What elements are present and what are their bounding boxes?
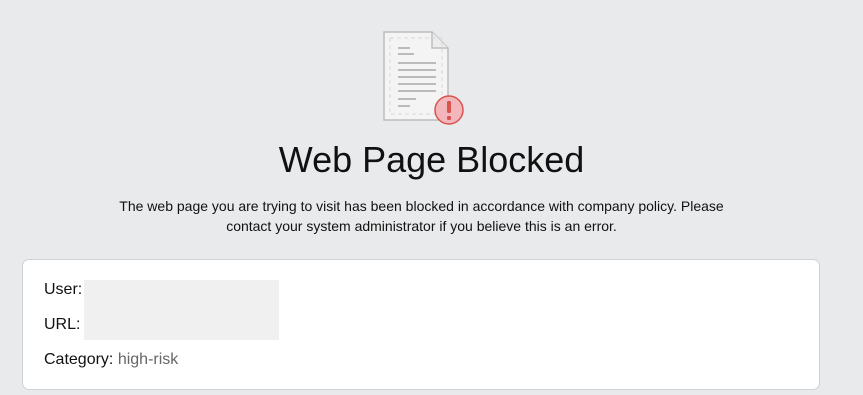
category-label: Category: — [44, 351, 114, 368]
category-row: Category: high-risk — [44, 350, 178, 370]
document-warning-icon — [383, 31, 464, 125]
blocked-details-card: User: URL: Category: high-risk — [22, 259, 820, 390]
user-label: User: — [44, 281, 83, 298]
url-label: URL: — [44, 316, 81, 333]
category-value: high-risk — [117, 351, 179, 368]
blocked-document-icon — [376, 28, 468, 130]
page-title: Web Page Blocked — [278, 139, 585, 180]
user-row: User: — [44, 280, 82, 300]
redacted-values — [84, 280, 279, 340]
url-row: URL: — [44, 315, 80, 335]
blocked-message: The web page you are trying to visit has… — [119, 198, 724, 234]
blocked-page: Web Page Blocked The web page you are tr… — [0, 0, 863, 395]
